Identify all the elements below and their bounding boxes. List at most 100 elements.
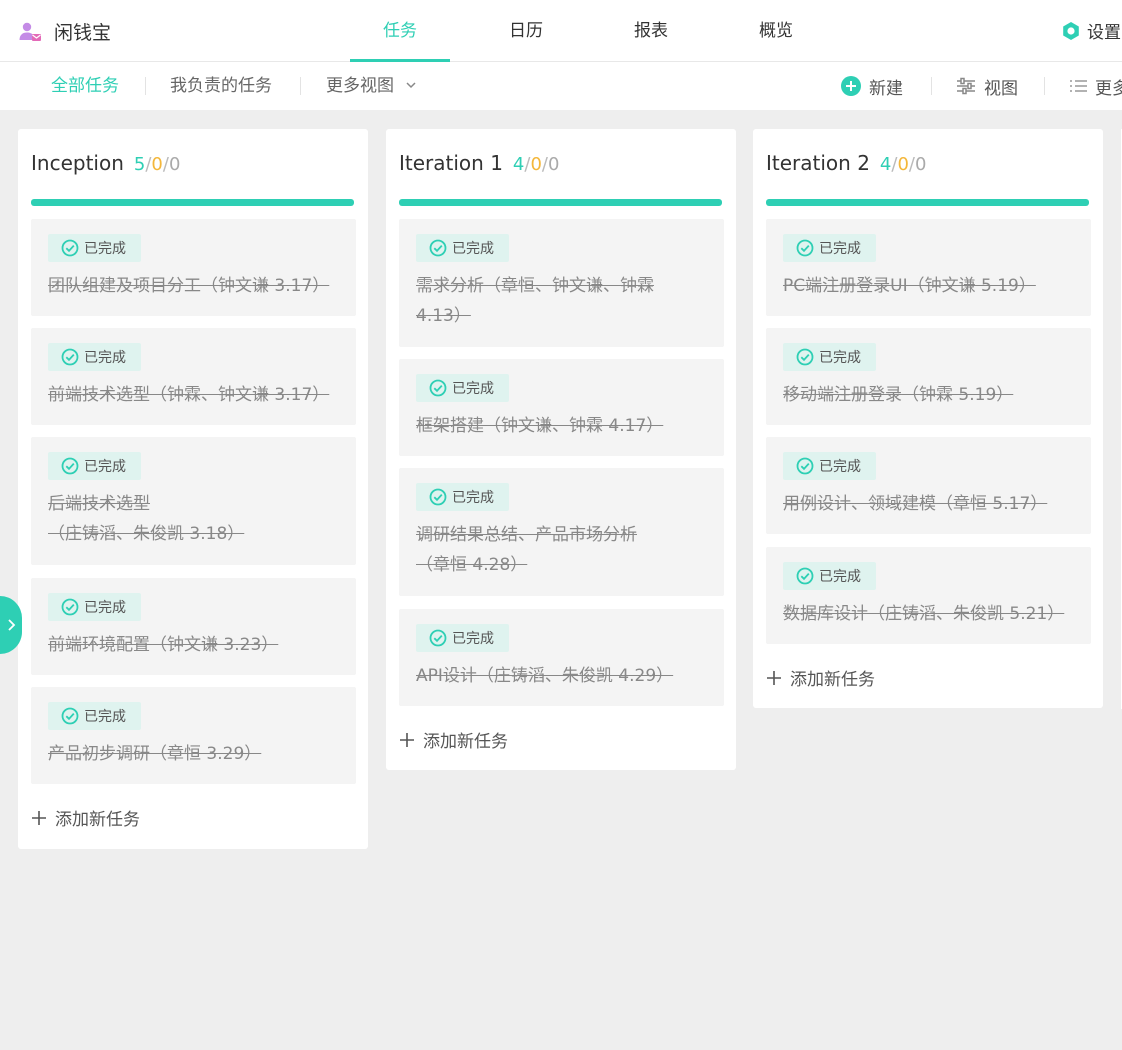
status-badge: 已完成 xyxy=(48,452,141,480)
column-title: Iteration 1 xyxy=(399,151,503,175)
status-label: 已完成 xyxy=(452,241,494,257)
status-label: 已完成 xyxy=(84,350,126,366)
status-badge: 已完成 xyxy=(48,343,141,371)
board-column: Inception 5/0/0 已完成 团队组建及项目分工（钟文谦 3.17） 已… xyxy=(18,129,368,849)
user-icon xyxy=(19,22,41,41)
task-title: PC端注册登录UI（钟文谦 5.19） xyxy=(783,276,1036,296)
task-card[interactable]: 已完成 调研结果总结、产品市场分析 （章恒 4.28） xyxy=(399,468,724,596)
status-badge: 已完成 xyxy=(416,234,509,262)
divider xyxy=(300,77,301,95)
add-task-button[interactable]: 添加新任务 xyxy=(399,727,508,752)
task-card[interactable]: 已完成 数据库设计（庄铸滔、朱俊凯 5.21） xyxy=(766,547,1091,644)
column-title: Iteration 2 xyxy=(766,151,870,175)
check-circle-icon xyxy=(796,348,814,366)
board-column: Iteration 2 4/0/0 已完成 PC端注册登录UI（钟文谦 5.19）… xyxy=(753,129,1103,708)
status-badge: 已完成 xyxy=(48,593,141,621)
plus-icon xyxy=(32,810,46,825)
tab-tasks[interactable]: 任务 xyxy=(350,0,450,62)
status-label: 已完成 xyxy=(84,459,126,475)
task-card[interactable]: 已完成 移动端注册登录（钟霖 5.19） xyxy=(766,328,1091,425)
view-all-tasks[interactable]: 全部任务 xyxy=(51,62,119,110)
task-card[interactable]: 已完成 用例设计、领域建模（章恒 5.17） xyxy=(766,437,1091,534)
status-label: 已完成 xyxy=(819,241,861,257)
status-label: 已完成 xyxy=(84,241,126,257)
add-task-label: 添加新任务 xyxy=(55,810,140,830)
progress-bar xyxy=(399,199,722,206)
column-count: 5/0/0 xyxy=(133,154,181,175)
task-title: API设计（庄铸滔、朱俊凯 4.29） xyxy=(416,666,674,686)
view-more-dropdown[interactable]: 更多视图 xyxy=(326,62,417,110)
task-card[interactable]: 已完成 框架搭建（钟文谦、钟霖 4.17） xyxy=(399,359,724,456)
app-name: 闲钱宝 xyxy=(54,22,112,44)
more-label: 更多 xyxy=(1095,78,1122,99)
view-toolbar: 全部任务 我负责的任务 更多视图 新建 视图 更多 xyxy=(0,62,1122,110)
task-title: 调研结果总结、产品市场分析 （章恒 4.28） xyxy=(416,525,637,575)
settings-label: 设置 xyxy=(1087,23,1121,43)
chevron-right-icon xyxy=(8,619,16,631)
status-label: 已完成 xyxy=(452,381,494,397)
divider xyxy=(931,77,932,95)
more-views-label: 更多视图 xyxy=(326,76,394,96)
add-task-button[interactable]: 添加新任务 xyxy=(31,805,140,830)
task-card[interactable]: 已完成 PC端注册登录UI（钟文谦 5.19） xyxy=(766,219,1091,316)
task-title: 后端技术选型 （庄铸滔、朱俊凯 3.18） xyxy=(48,494,245,544)
task-title: 团队组建及项目分工（钟文谦 3.17） xyxy=(48,276,330,296)
task-title: 前端环境配置（钟文谦 3.23） xyxy=(48,635,279,655)
check-circle-icon xyxy=(796,457,814,475)
status-badge: 已完成 xyxy=(783,562,876,590)
status-badge: 已完成 xyxy=(48,702,141,730)
column-title: Inception xyxy=(31,151,124,175)
column-count: 4/0/0 xyxy=(512,154,560,175)
status-badge: 已完成 xyxy=(48,234,141,262)
plus-circle-icon xyxy=(841,76,861,96)
task-card[interactable]: 已完成 前端技术选型（钟霖、钟文谦 3.17） xyxy=(31,328,356,425)
status-label: 已完成 xyxy=(819,350,861,366)
brand[interactable]: 闲钱宝 xyxy=(18,18,111,45)
tab-overview[interactable]: 概览 xyxy=(726,0,826,62)
list-icon xyxy=(1070,80,1087,92)
plus-icon xyxy=(767,670,781,685)
status-label: 已完成 xyxy=(819,569,861,585)
new-button[interactable]: 新建 xyxy=(841,62,903,110)
top-header: 闲钱宝 任务 日历 报表 概览 设置 xyxy=(0,0,1122,62)
view-button[interactable]: 视图 xyxy=(956,62,1018,110)
task-card[interactable]: 已完成 API设计（庄铸滔、朱俊凯 4.29） xyxy=(399,609,724,706)
status-label: 已完成 xyxy=(84,600,126,616)
gear-icon xyxy=(1063,21,1079,40)
task-title: 数据库设计（庄铸滔、朱俊凯 5.21） xyxy=(783,604,1065,624)
task-title: 前端技术选型（钟霖、钟文谦 3.17） xyxy=(48,385,330,405)
more-button[interactable]: 更多 xyxy=(1069,62,1122,110)
status-badge: 已完成 xyxy=(416,624,509,652)
check-circle-icon xyxy=(429,239,447,257)
settings-button[interactable]: 设置 xyxy=(1061,18,1121,43)
tab-calendar[interactable]: 日历 xyxy=(476,0,576,62)
check-circle-icon xyxy=(61,707,79,725)
new-label: 新建 xyxy=(869,78,903,99)
add-task-label: 添加新任务 xyxy=(790,670,875,690)
task-title: 需求分析（章恒、钟文谦、钟霖 4.13） xyxy=(416,276,654,326)
task-title: 移动端注册登录（钟霖 5.19） xyxy=(783,385,1014,405)
task-title: 框架搭建（钟文谦、钟霖 4.17） xyxy=(416,416,664,436)
view-label: 视图 xyxy=(984,78,1018,99)
task-card[interactable]: 已完成 需求分析（章恒、钟文谦、钟霖 4.13） xyxy=(399,219,724,347)
task-card[interactable]: 已完成 产品初步调研（章恒 3.29） xyxy=(31,687,356,784)
divider xyxy=(145,77,146,95)
view-my-tasks[interactable]: 我负责的任务 xyxy=(170,62,272,110)
task-title: 产品初步调研（章恒 3.29） xyxy=(48,744,262,764)
status-badge: 已完成 xyxy=(783,343,876,371)
plus-icon xyxy=(400,732,414,747)
add-task-label: 添加新任务 xyxy=(423,732,508,752)
chevron-down-icon xyxy=(406,82,416,89)
column-header: Iteration 2 4/0/0 xyxy=(766,151,926,175)
tab-reports[interactable]: 报表 xyxy=(601,0,701,62)
column-header: Inception 5/0/0 xyxy=(31,151,180,175)
check-circle-icon xyxy=(61,457,79,475)
task-card[interactable]: 已完成 团队组建及项目分工（钟文谦 3.17） xyxy=(31,219,356,316)
check-circle-icon xyxy=(61,348,79,366)
check-circle-icon xyxy=(796,567,814,585)
status-badge: 已完成 xyxy=(783,234,876,262)
column-header: Iteration 1 4/0/0 xyxy=(399,151,559,175)
add-task-button[interactable]: 添加新任务 xyxy=(766,665,875,690)
task-card[interactable]: 已完成 后端技术选型 （庄铸滔、朱俊凯 3.18） xyxy=(31,437,356,565)
task-card[interactable]: 已完成 前端环境配置（钟文谦 3.23） xyxy=(31,578,356,675)
